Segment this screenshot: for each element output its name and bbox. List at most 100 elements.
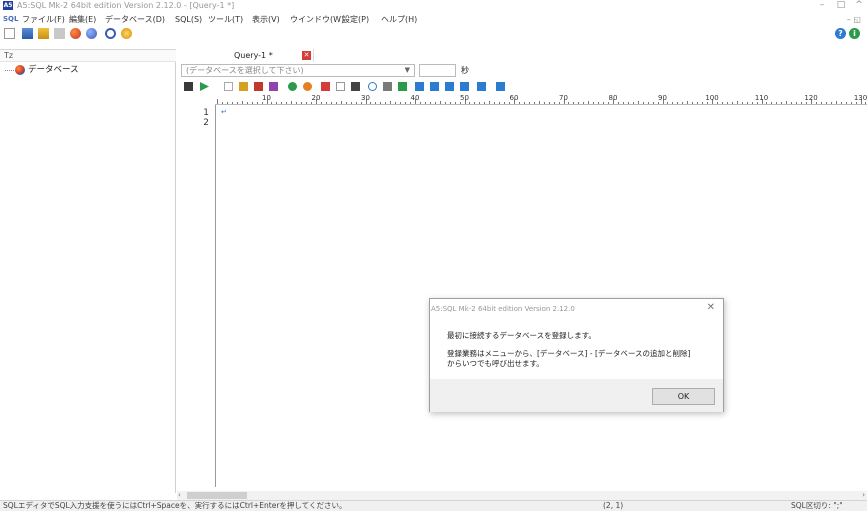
- table-icon[interactable]: [54, 28, 65, 39]
- menu-sql[interactable]: SQL(S): [175, 13, 202, 26]
- database-select[interactable]: (データベースを選択して下さい) ▼: [181, 64, 415, 77]
- ruler-tick: [429, 102, 431, 104]
- ruler-tick: [593, 102, 595, 104]
- stop-icon[interactable]: [254, 82, 263, 91]
- at-icon[interactable]: [105, 28, 116, 39]
- ruler-tick: [835, 101, 837, 104]
- ok-button[interactable]: OK: [652, 388, 715, 405]
- menu-database[interactable]: データベース(D): [105, 13, 165, 26]
- database-icon: [15, 65, 25, 75]
- horizontal-scrollbar[interactable]: ‹ ›: [177, 491, 867, 500]
- mdi-restore-icon[interactable]: – ◱: [847, 13, 861, 26]
- ruler-tick: [226, 102, 228, 104]
- ruler-label: 100: [705, 94, 719, 102]
- ruler-tick: [509, 102, 511, 104]
- ruler-tick: [578, 102, 580, 104]
- connect-icon[interactable]: [22, 28, 33, 39]
- menu-tools[interactable]: ツール(T): [208, 13, 243, 26]
- ruler-tick: [637, 101, 639, 104]
- ruler-tick: [692, 102, 694, 104]
- replace-icon[interactable]: [383, 82, 392, 91]
- ruler-tick: [855, 102, 857, 104]
- scroll-left-icon[interactable]: ‹: [178, 491, 181, 500]
- blank-icon[interactable]: [224, 82, 233, 91]
- menu-window[interactable]: ウインドウ(W): [290, 13, 344, 26]
- ruler-tick: [647, 102, 649, 104]
- outdent-icon[interactable]: [460, 82, 469, 91]
- ruler-tick: [523, 102, 525, 104]
- align-left-icon[interactable]: [415, 82, 424, 91]
- ruler-tick: [815, 102, 817, 104]
- run-icon[interactable]: [200, 82, 209, 91]
- sql-menu-icon[interactable]: SQL: [3, 13, 18, 26]
- ruler-tick: [221, 102, 223, 104]
- copy-icon[interactable]: [336, 82, 345, 91]
- schema-icon[interactable]: [86, 28, 97, 39]
- indent-icon[interactable]: [445, 82, 454, 91]
- tree-header-icon[interactable]: Tz: [4, 50, 13, 62]
- close-icon[interactable]: ✕: [707, 302, 715, 314]
- menu-settings[interactable]: 設定(P): [342, 13, 369, 26]
- bookmark-icon[interactable]: [398, 82, 407, 91]
- ruler-tick: [776, 102, 778, 104]
- tab-close-icon[interactable]: ✕: [302, 51, 311, 60]
- wrap-icon[interactable]: [496, 82, 505, 91]
- info-icon[interactable]: i: [849, 28, 860, 39]
- paste-icon[interactable]: [351, 82, 360, 91]
- format-icon[interactable]: [269, 82, 278, 91]
- align-center-icon[interactable]: [430, 82, 439, 91]
- minimize-icon[interactable]: –: [815, 0, 829, 11]
- database-icon[interactable]: [70, 28, 81, 39]
- ruler-tick: [291, 101, 293, 104]
- ruler-tick: [840, 102, 842, 104]
- clock-icon[interactable]: [121, 28, 132, 39]
- redo-icon[interactable]: [303, 82, 312, 91]
- folder-icon[interactable]: [38, 28, 49, 39]
- ruler-tick: [657, 102, 659, 104]
- ruler-tick: [553, 102, 555, 104]
- ruler-tick: [741, 102, 743, 104]
- tab-query-1[interactable]: Query-1 * ✕: [177, 49, 314, 62]
- close-window-icon[interactable]: ^: [852, 0, 866, 11]
- ruler-tick: [850, 102, 852, 104]
- scrollbar-thumb[interactable]: [187, 492, 247, 499]
- seconds-label: 秒: [461, 66, 469, 75]
- tree-item-database[interactable]: データベース: [28, 64, 79, 76]
- ruler-tick: [419, 102, 421, 104]
- explain-icon[interactable]: [239, 82, 248, 91]
- ruler-tick: [820, 102, 822, 104]
- ruler-label: 40: [410, 94, 420, 102]
- ruler-tick: [716, 102, 718, 104]
- sql-editor[interactable]: ↵: [217, 105, 867, 487]
- help-icon[interactable]: ?: [835, 28, 846, 39]
- ruler-tick: [330, 102, 332, 104]
- menu-view[interactable]: 表示(V): [252, 13, 280, 26]
- scroll-right-icon[interactable]: ›: [862, 491, 865, 500]
- menu-bar: SQL ファイル(F) 編集(E) データベース(D) SQL(S) ツール(T…: [0, 13, 867, 26]
- app-icon: A5: [3, 1, 13, 10]
- comment-icon[interactable]: [477, 82, 486, 91]
- new-icon[interactable]: [4, 28, 15, 39]
- save-icon[interactable]: [184, 82, 193, 91]
- find-icon[interactable]: [368, 82, 377, 91]
- ruler-tick: [588, 101, 590, 104]
- ruler-tick: [608, 102, 610, 104]
- menu-help[interactable]: ヘルプ(H): [381, 13, 417, 26]
- ruler-label: 10: [262, 94, 271, 102]
- ruler-tick: [707, 102, 709, 104]
- ruler-tick: [598, 102, 600, 104]
- ruler-tick: [568, 102, 570, 104]
- undo-icon[interactable]: [288, 82, 297, 91]
- ruler-tick: [504, 102, 506, 104]
- cut-icon[interactable]: [321, 82, 330, 91]
- menu-edit[interactable]: 編集(E): [69, 13, 96, 26]
- ruler-tick: [687, 101, 689, 104]
- maximize-icon[interactable]: □: [834, 0, 848, 11]
- ruler-tick: [256, 102, 258, 104]
- chevron-down-icon[interactable]: ▼: [405, 65, 410, 76]
- ruler-label: 70: [559, 94, 568, 102]
- ruler-tick: [469, 102, 471, 104]
- timeout-seconds-input[interactable]: [419, 64, 456, 77]
- ruler-tick: [370, 102, 372, 104]
- menu-file[interactable]: ファイル(F): [22, 13, 65, 26]
